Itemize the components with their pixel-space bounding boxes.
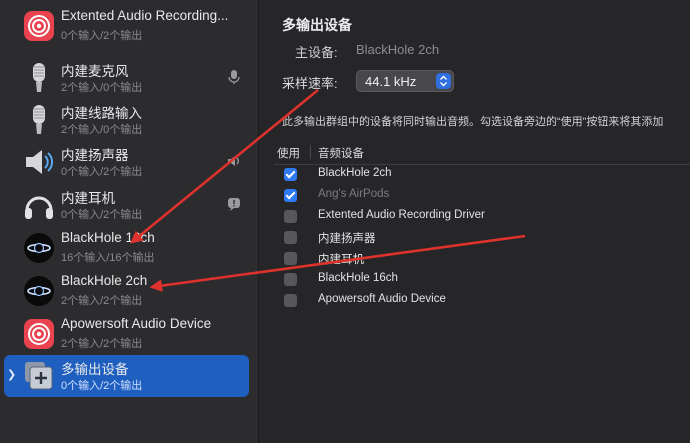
use-checkbox[interactable]: [284, 210, 297, 223]
device-name: 内建麦克风: [61, 64, 129, 79]
microphone-icon: [33, 63, 45, 92]
device-io-count: 0个输入/2个输出: [61, 166, 143, 178]
headphones-icon: [25, 196, 53, 219]
table-row: BlackHole 2ch: [284, 165, 684, 186]
column-use[interactable]: 使用: [277, 145, 300, 161]
row-device-name: Apowersoft Audio Device: [318, 293, 446, 305]
use-checkbox[interactable]: [284, 294, 297, 307]
disclosure-chevron-icon[interactable]: ❯: [7, 368, 16, 381]
device-io-count: 2个输入/0个输出: [61, 82, 143, 94]
device-name: BlackHole 2ch: [61, 273, 148, 288]
device-io-count: 2个输入/2个输出: [61, 338, 143, 350]
device-sidebar: Extented Audio Recording... 0个输入/2个输出 内建…: [0, 0, 259, 443]
device-item-blackhole-2ch[interactable]: BlackHole 2ch 2个输入/2个输出: [4, 270, 249, 312]
device-item-blackhole-16ch[interactable]: BlackHole 16ch 16个输入/16个输出: [4, 227, 249, 269]
table-header: 使用 音频设备: [274, 141, 690, 165]
red-speaker-icon: [24, 11, 54, 41]
device-name: 内建线路输入: [61, 106, 142, 121]
device-io-count: 0个输入/2个输出: [61, 380, 143, 392]
device-item-apowersoft-audio[interactable]: Apowersoft Audio Device 2个输入/2个输出: [4, 313, 249, 355]
row-device-name: Extented Audio Recording Driver: [318, 209, 485, 221]
mic-indicator-icon: [228, 70, 240, 84]
table-row: 内建扬声器: [284, 228, 684, 249]
device-io-count: 0个输入/2个输出: [61, 30, 143, 42]
device-name: BlackHole 16ch: [61, 230, 155, 245]
device-name: Apowersoft Audio Device: [61, 316, 212, 331]
sample-rate-value: 44.1 kHz: [365, 74, 417, 89]
microphone-icon: [33, 105, 45, 134]
table-row: BlackHole 16ch: [284, 270, 684, 291]
table-row: Ang's AirPods: [284, 186, 684, 207]
column-separator: [310, 145, 311, 159]
device-name: 内建耳机: [61, 191, 115, 206]
use-checkbox[interactable]: [284, 189, 297, 202]
column-audio-device[interactable]: 音频设备: [318, 145, 364, 161]
speaker-indicator-icon: [228, 156, 239, 166]
device-item-builtin-line-input[interactable]: 内建线路输入 2个输入/0个输出: [4, 99, 249, 141]
device-io-count: 16个输入/16个输出: [61, 252, 155, 264]
device-item-builtin-microphone[interactable]: 内建麦克风 2个输入/0个输出: [4, 57, 249, 99]
device-io-count: 0个输入/2个输出: [61, 209, 143, 221]
row-device-name: Ang's AirPods: [318, 188, 390, 200]
table-row: 内建耳机: [284, 249, 684, 270]
description-text: 此多输出群组中的设备将同时输出音频。勾选设备旁边的“使用”按钮来将其添加: [282, 116, 664, 128]
device-detail-panel: 多输出设备 主设备: BlackHole 2ch 采样速率: 44.1 kHz …: [260, 0, 690, 443]
device-name: 多输出设备: [61, 362, 129, 377]
sample-rate-select[interactable]: 44.1 kHz: [356, 70, 454, 92]
use-checkbox[interactable]: [284, 273, 297, 286]
device-item-builtin-speaker[interactable]: 内建扬声器 0个输入/2个输出: [4, 141, 249, 183]
device-io-count: 2个输入/0个输出: [61, 124, 143, 136]
red-speaker-icon: [24, 319, 54, 349]
row-device-name: BlackHole 16ch: [318, 272, 398, 284]
row-device-name: 内建耳机: [318, 254, 364, 266]
stepper-chevrons-icon: [436, 73, 451, 89]
alert-indicator-icon: [228, 198, 240, 211]
master-device-value[interactable]: BlackHole 2ch: [356, 42, 439, 57]
sample-rate-label: 采样速率:: [282, 76, 338, 91]
device-name: 内建扬声器: [61, 148, 129, 163]
row-device-name: 内建扬声器: [318, 233, 376, 245]
blackhole-icon: [24, 233, 54, 263]
table-row: Apowersoft Audio Device: [284, 291, 684, 312]
page-title: 多输出设备: [282, 17, 352, 33]
use-checkbox[interactable]: [284, 168, 297, 181]
table-row: Extented Audio Recording Driver: [284, 207, 684, 228]
blackhole-icon: [24, 276, 54, 306]
multi-output-icon: [25, 362, 53, 390]
device-name: Extented Audio Recording...: [61, 8, 229, 23]
device-item-extented-audio-recording[interactable]: Extented Audio Recording... 0个输入/2个输出: [4, 5, 249, 47]
use-checkbox[interactable]: [284, 252, 297, 265]
speaker-icon: [26, 150, 54, 174]
device-item-multi-output[interactable]: ❯ 多输出设备 0个输入/2个输出: [4, 355, 249, 397]
use-checkbox[interactable]: [284, 231, 297, 244]
device-item-builtin-headphones[interactable]: 内建耳机 0个输入/2个输出: [4, 184, 249, 226]
row-device-name: BlackHole 2ch: [318, 167, 392, 179]
master-device-label: 主设备:: [295, 45, 338, 60]
device-io-count: 2个输入/2个输出: [61, 295, 143, 307]
